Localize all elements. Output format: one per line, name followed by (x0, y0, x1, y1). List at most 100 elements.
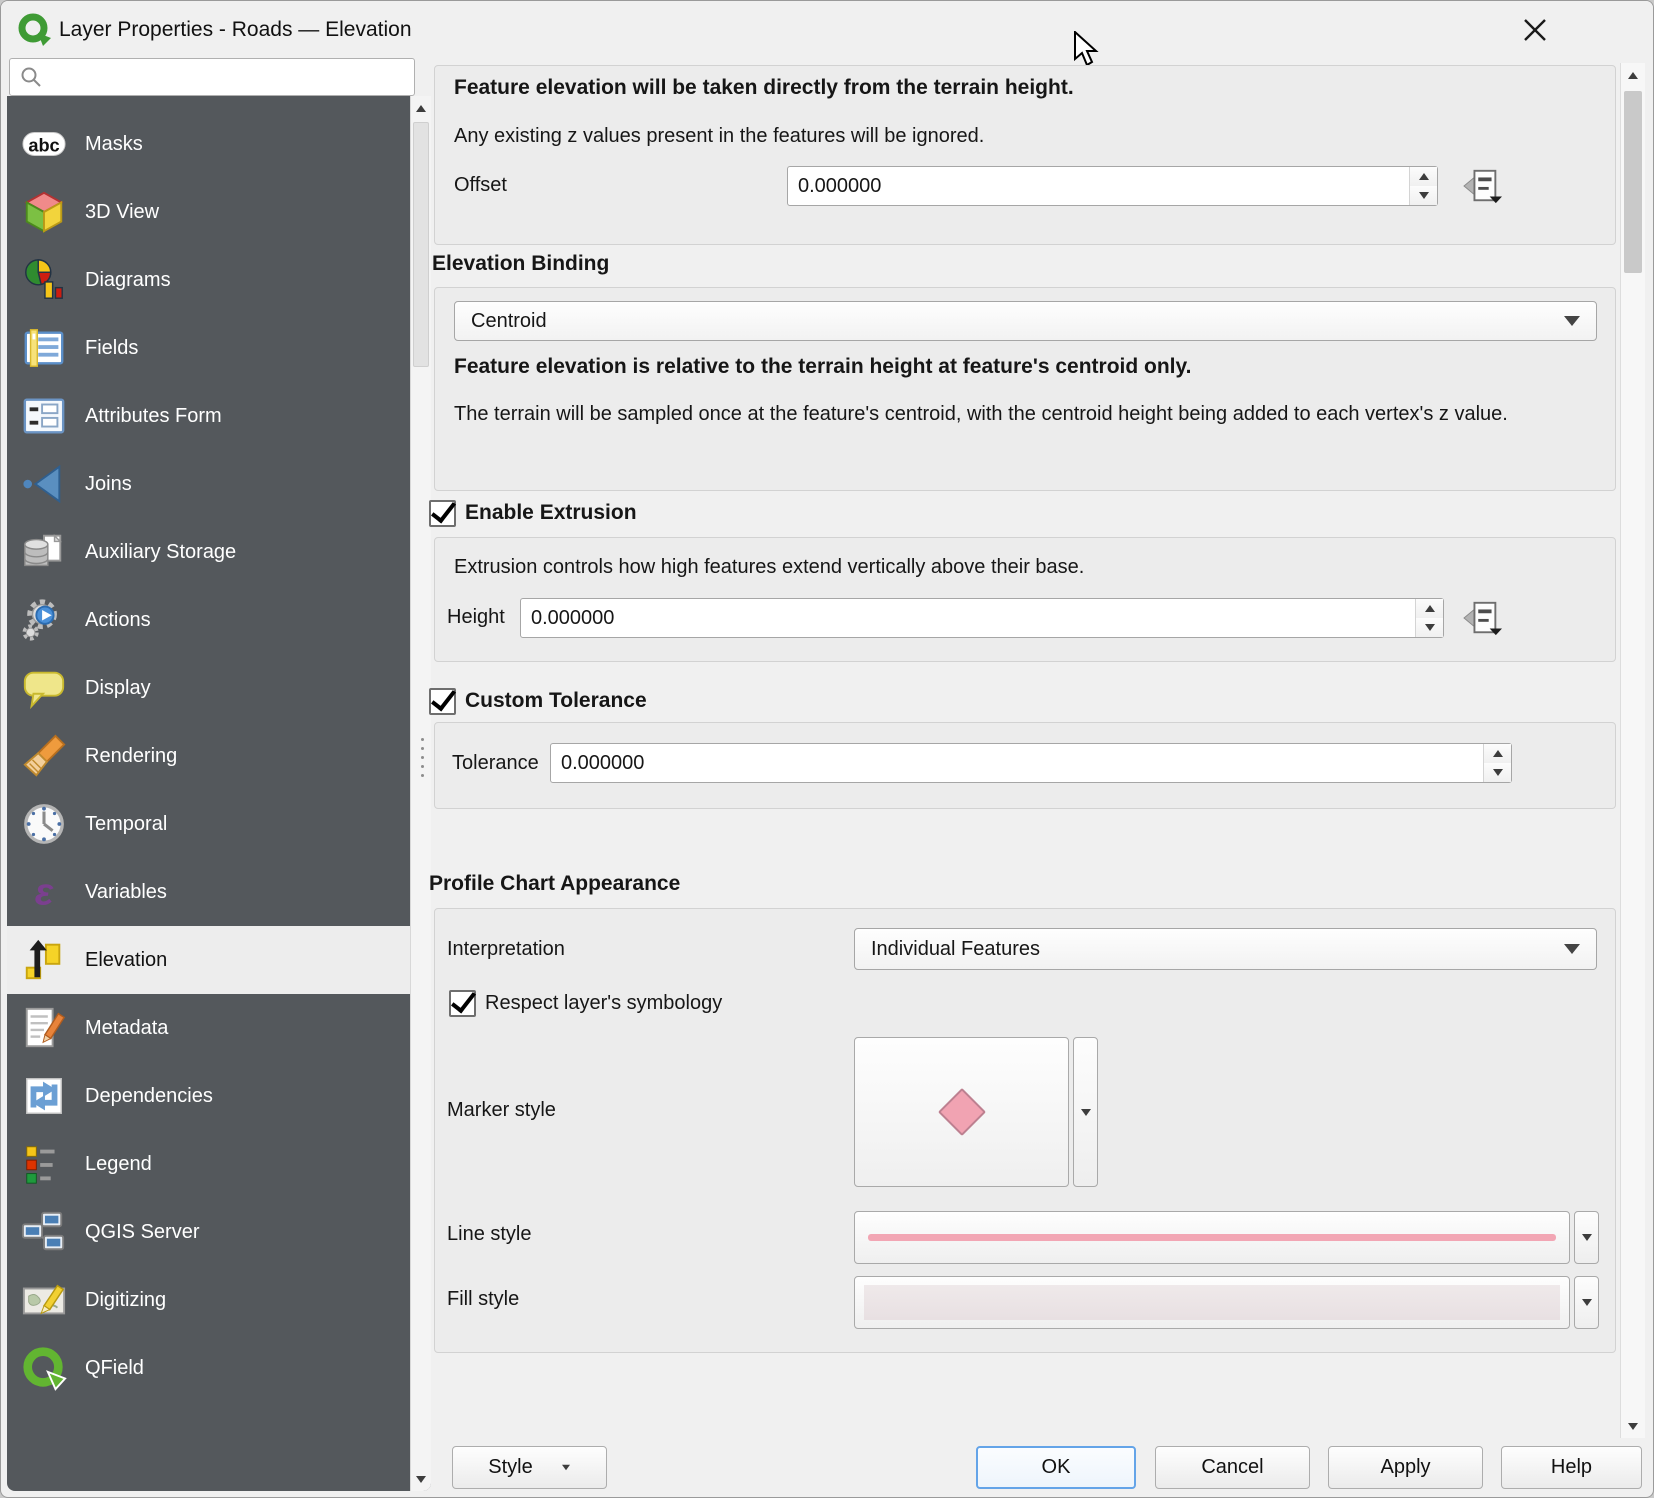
chevron-down-icon (1564, 316, 1580, 326)
cancel-button[interactable]: Cancel (1155, 1446, 1310, 1489)
offset-override-button[interactable] (1457, 166, 1509, 206)
sidebar-item-qgis-server[interactable]: QGIS Server (7, 1198, 431, 1266)
sidebar-item-actions[interactable]: Actions (7, 586, 431, 654)
extrusion-description: Extrusion controls how high features ext… (454, 556, 1084, 579)
sidebar-item-display[interactable]: Display (7, 654, 431, 722)
search-input[interactable] (48, 65, 414, 89)
clock-icon (21, 801, 67, 847)
chevron-down-icon (562, 1465, 570, 1471)
search-icon (20, 66, 42, 88)
sidebar-item-legend[interactable]: Legend (7, 1130, 431, 1198)
metadata-page-icon (21, 1005, 67, 1051)
sidebar-item-3d-view[interactable]: 3D View (7, 178, 431, 246)
spin-up-icon[interactable] (1484, 744, 1511, 763)
offset-spinner[interactable] (1409, 167, 1437, 205)
sidebar-item-label: Masks (85, 133, 143, 156)
sidebar-item-label: Auxiliary Storage (85, 541, 236, 564)
sidebar-item-elevation[interactable]: Elevation (7, 926, 431, 994)
line-style-button[interactable] (854, 1211, 1570, 1264)
sidebar-item-attributes-form[interactable]: Attributes Form (7, 382, 431, 450)
binding-selected-value: Centroid (471, 310, 547, 333)
title-bar: Layer Properties - Roads — Elevation (1, 1, 1654, 59)
sidebar-item-label: Dependencies (85, 1085, 213, 1108)
sidebar-item-diagrams[interactable]: Diagrams (7, 246, 431, 314)
interpretation-label: Interpretation (447, 938, 565, 961)
sidebar-scrollbar-handle[interactable] (413, 122, 429, 367)
line-style-dropdown-button[interactable] (1574, 1211, 1599, 1264)
scroll-up-icon[interactable] (1621, 63, 1645, 87)
pie-chart-icon (21, 257, 67, 303)
line-style-label: Line style (447, 1223, 532, 1246)
drag-handle-icon[interactable] (421, 738, 424, 741)
interpretation-combobox[interactable]: Individual Features (854, 928, 1597, 970)
qfield-logo-icon (21, 1345, 67, 1391)
offset-field[interactable]: 0.000000 (787, 166, 1438, 206)
close-icon (1522, 17, 1548, 43)
height-spinner[interactable] (1415, 599, 1443, 637)
sidebar-item-rendering[interactable]: Rendering (7, 722, 431, 790)
sidebar-item-metadata[interactable]: Metadata (7, 994, 431, 1062)
binding-description: The terrain will be sampled once at the … (454, 399, 1534, 429)
legend-icon (21, 1141, 67, 1187)
sidebar-scroll-down-icon[interactable] (411, 1467, 431, 1491)
sidebar-scrollbar[interactable] (410, 96, 431, 1491)
actions-gear-icon (21, 597, 67, 643)
ok-button[interactable]: OK (976, 1446, 1136, 1489)
window-title: Layer Properties - Roads — Elevation (59, 1, 412, 59)
custom-tolerance-checkbox[interactable] (429, 688, 456, 715)
sidebar-item-label: Temporal (85, 813, 167, 836)
content-scrollbar-handle[interactable] (1624, 91, 1642, 273)
respect-symbology-label: Respect layer's symbology (485, 992, 722, 1015)
marker-style-dropdown-button[interactable] (1073, 1037, 1098, 1187)
sidebar-item-label: Digitizing (85, 1289, 166, 1312)
height-override-button[interactable] (1457, 598, 1509, 638)
height-label: Height (447, 606, 505, 629)
scroll-down-icon[interactable] (1621, 1414, 1645, 1438)
profile-section-title: Profile Chart Appearance (429, 872, 680, 896)
sidebar-item-qfield[interactable]: QField (7, 1334, 431, 1402)
sidebar-item-joins[interactable]: Joins (7, 450, 431, 518)
sidebar-item-dependencies[interactable]: Dependencies (7, 1062, 431, 1130)
enable-extrusion-checkbox[interactable] (429, 500, 456, 527)
speech-bubble-icon (21, 665, 67, 711)
spin-up-icon[interactable] (1416, 599, 1443, 618)
svg-text:abc: abc (28, 136, 59, 156)
marker-style-button[interactable] (854, 1037, 1069, 1187)
apply-button[interactable]: Apply (1328, 1446, 1483, 1489)
sidebar-item-auxiliary-storage[interactable]: Auxiliary Storage (7, 518, 431, 586)
sidebar-item-label: 3D View (85, 201, 159, 224)
content-scrollbar[interactable] (1620, 63, 1645, 1438)
epsilon-icon: ε (21, 869, 67, 915)
fill-style-button[interactable] (854, 1276, 1570, 1329)
binding-combobox[interactable]: Centroid (454, 301, 1597, 341)
custom-tolerance-label: Custom Tolerance (465, 689, 647, 713)
sidebar-item-label: Metadata (85, 1017, 168, 1040)
sidebar-item-fields[interactable]: Fields (7, 314, 431, 382)
spin-up-icon[interactable] (1410, 167, 1437, 186)
tolerance-label: Tolerance (452, 752, 539, 775)
height-field[interactable]: 0.000000 (520, 598, 1444, 638)
chevron-down-icon (1564, 944, 1580, 954)
sidebar-item-variables[interactable]: ε Variables (7, 858, 431, 926)
sidebar-item-label: Elevation (85, 949, 167, 972)
server-network-icon (21, 1209, 67, 1255)
help-button[interactable]: Help (1501, 1446, 1642, 1489)
close-button[interactable] (1511, 11, 1559, 49)
tolerance-spinner[interactable] (1483, 744, 1511, 782)
sidebar: abc Masks 3D View (7, 96, 431, 1491)
spin-down-icon[interactable] (1416, 618, 1443, 637)
spin-down-icon[interactable] (1484, 763, 1511, 782)
sidebar-item-digitizing[interactable]: Digitizing (7, 1266, 431, 1334)
sidebar-item-label: Actions (85, 609, 151, 632)
sidebar-scroll-up-icon[interactable] (411, 96, 431, 120)
sidebar-item-masks[interactable]: abc Masks (7, 110, 431, 178)
respect-symbology-checkbox[interactable] (449, 990, 476, 1017)
sidebar-item-temporal[interactable]: Temporal (7, 790, 431, 858)
joins-icon (21, 461, 67, 507)
fill-style-dropdown-button[interactable] (1574, 1276, 1599, 1329)
binding-section-title: Elevation Binding (432, 252, 609, 276)
sidebar-item-label: Diagrams (85, 269, 171, 292)
style-menu-button[interactable]: Style (452, 1446, 607, 1489)
tolerance-field[interactable]: 0.000000 (550, 743, 1512, 783)
spin-down-icon[interactable] (1410, 186, 1437, 205)
